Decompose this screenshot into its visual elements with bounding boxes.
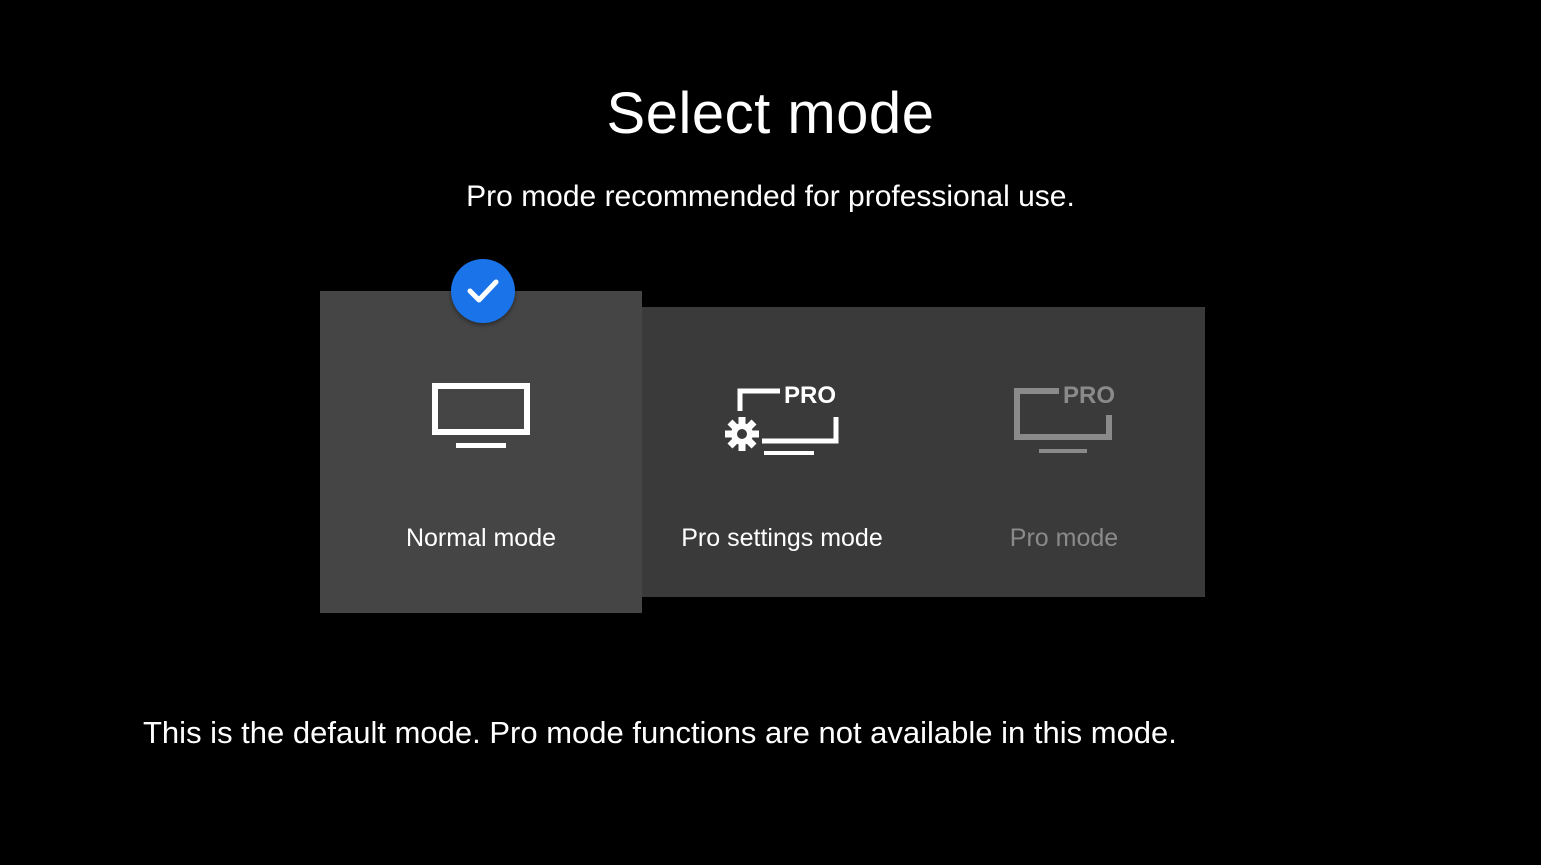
page-title: Select mode [606,81,935,146]
pro-mode-option[interactable]: PRO Pro mode [923,307,1205,597]
selected-check-icon [451,259,515,323]
normal-mode-label: Normal mode [405,524,557,552]
tv-icon [432,383,530,456]
pro-badge-text: PRO [784,382,836,409]
gear-icon [725,417,759,451]
pro-tv-icon: PRO [1009,379,1119,464]
pro-settings-mode-label: Pro settings mode [681,524,883,552]
normal-mode-option[interactable]: Normal mode [320,291,642,613]
mode-description: This is the default mode. Pro mode funct… [143,715,1177,750]
pro-mode-label: Pro mode [1009,524,1119,552]
pro-badge-text: PRO [1063,382,1115,409]
mode-select-screen: Select mode Pro mode recommended for pro… [0,0,1541,865]
page-subtitle: Pro mode recommended for professional us… [466,180,1075,213]
pro-settings-mode-option[interactable]: PRO Pro settings mode [641,307,923,597]
pro-settings-icon: PRO [722,379,842,464]
